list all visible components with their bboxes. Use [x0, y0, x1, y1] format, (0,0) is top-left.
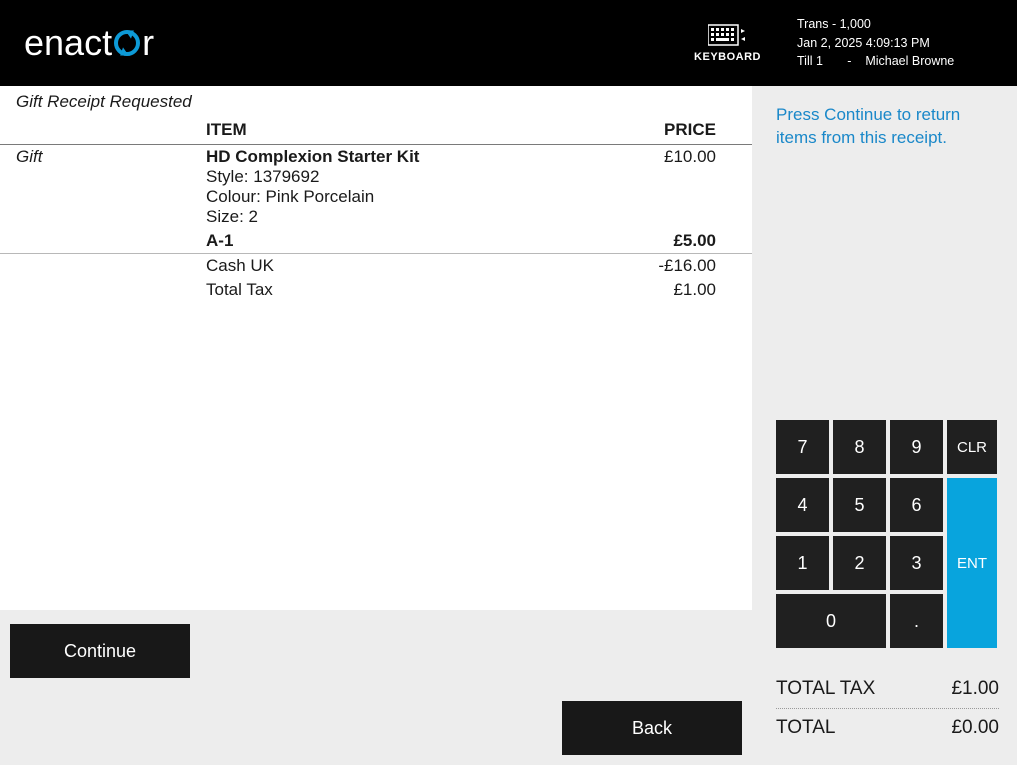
left-column: Gift Receipt Requested ITEM PRICE Gift H… [0, 86, 752, 765]
total-row: TOTAL £0.00 [776, 709, 999, 747]
action-bar: Continue Back [0, 610, 752, 765]
table-row: Total Tax £1.00 [0, 278, 752, 302]
keypad-dot[interactable]: . [890, 594, 943, 648]
item-name: Cash UK [190, 254, 578, 279]
enactor-logo: enactr [24, 22, 154, 64]
back-button[interactable]: Back [562, 701, 742, 755]
app-header: enactr KEYBOARD Trans - 1,000 Jan 2, 202… [0, 0, 1017, 86]
keypad-section: 7 8 9 CLR 4 5 6 ENT 1 2 3 0 . TOTAL TAX … [776, 420, 999, 747]
keypad-3[interactable]: 3 [890, 536, 943, 590]
item-price: -£16.00 [578, 254, 752, 279]
keypad-1[interactable]: 1 [776, 536, 829, 590]
table-header-row: ITEM PRICE [0, 116, 752, 145]
table-row: Cash UK -£16.00 [0, 254, 752, 279]
item-name: HD Complexion Starter Kit [206, 147, 419, 166]
refresh-circle-icon [114, 30, 140, 56]
keyboard-icon [708, 23, 748, 47]
trans-datetime: Jan 2, 2025 4:09:13 PM [797, 34, 997, 53]
instruction-text: Press Continue to return items from this… [776, 104, 999, 150]
keyboard-label: KEYBOARD [694, 51, 761, 63]
total-tax-label: TOTAL TAX [776, 678, 875, 700]
item-price: £10.00 [578, 145, 752, 230]
table-row: A-1 £5.00 [0, 229, 752, 254]
totals-panel: TOTAL TAX £1.00 TOTAL £0.00 [776, 670, 999, 747]
keypad-9[interactable]: 9 [890, 420, 943, 474]
keypad-5[interactable]: 5 [833, 478, 886, 532]
header-right: KEYBOARD Trans - 1,000 Jan 2, 2025 4:09:… [694, 15, 997, 71]
table-row: Gift HD Complexion Starter Kit Style: 13… [0, 145, 752, 230]
trans-till-user: Till 1 - Michael Browne [797, 52, 997, 71]
item-price: £1.00 [578, 278, 752, 302]
item-colour: Colour: Pink Porcelain [206, 187, 374, 206]
total-value: £0.00 [951, 717, 999, 739]
item-name: Total Tax [190, 278, 578, 302]
total-tax-row: TOTAL TAX £1.00 [776, 670, 999, 709]
item-name: A-1 [190, 229, 578, 254]
keypad-7[interactable]: 7 [776, 420, 829, 474]
keypad-4[interactable]: 4 [776, 478, 829, 532]
right-column: Press Continue to return items from this… [752, 86, 1017, 765]
keypad-0[interactable]: 0 [776, 594, 886, 648]
col-header-price: PRICE [578, 116, 752, 145]
item-style: Style: 1379692 [206, 167, 319, 186]
gift-marker: Gift [16, 147, 42, 166]
col-header-item: ITEM [190, 116, 578, 145]
keypad-enter[interactable]: ENT [947, 478, 997, 648]
keypad-2[interactable]: 2 [833, 536, 886, 590]
receipt-area: Gift Receipt Requested ITEM PRICE Gift H… [0, 86, 752, 610]
keypad-8[interactable]: 8 [833, 420, 886, 474]
item-size: Size: 2 [206, 207, 258, 226]
keyboard-button[interactable]: KEYBOARD [694, 23, 761, 63]
total-label: TOTAL [776, 717, 835, 739]
item-price: £5.00 [578, 229, 752, 254]
trans-number: Trans - 1,000 [797, 15, 997, 34]
receipt-table: ITEM PRICE Gift HD Complexion Starter Ki… [0, 116, 752, 302]
keypad-6[interactable]: 6 [890, 478, 943, 532]
gift-receipt-requested: Gift Receipt Requested [0, 86, 752, 116]
col-header-blank [0, 116, 190, 145]
keypad-clear[interactable]: CLR [947, 420, 997, 474]
continue-button[interactable]: Continue [10, 624, 190, 678]
total-tax-value: £1.00 [951, 678, 999, 700]
numeric-keypad: 7 8 9 CLR 4 5 6 ENT 1 2 3 0 . [776, 420, 999, 648]
transaction-info: Trans - 1,000 Jan 2, 2025 4:09:13 PM Til… [797, 15, 997, 71]
main-content: Gift Receipt Requested ITEM PRICE Gift H… [0, 86, 1017, 765]
